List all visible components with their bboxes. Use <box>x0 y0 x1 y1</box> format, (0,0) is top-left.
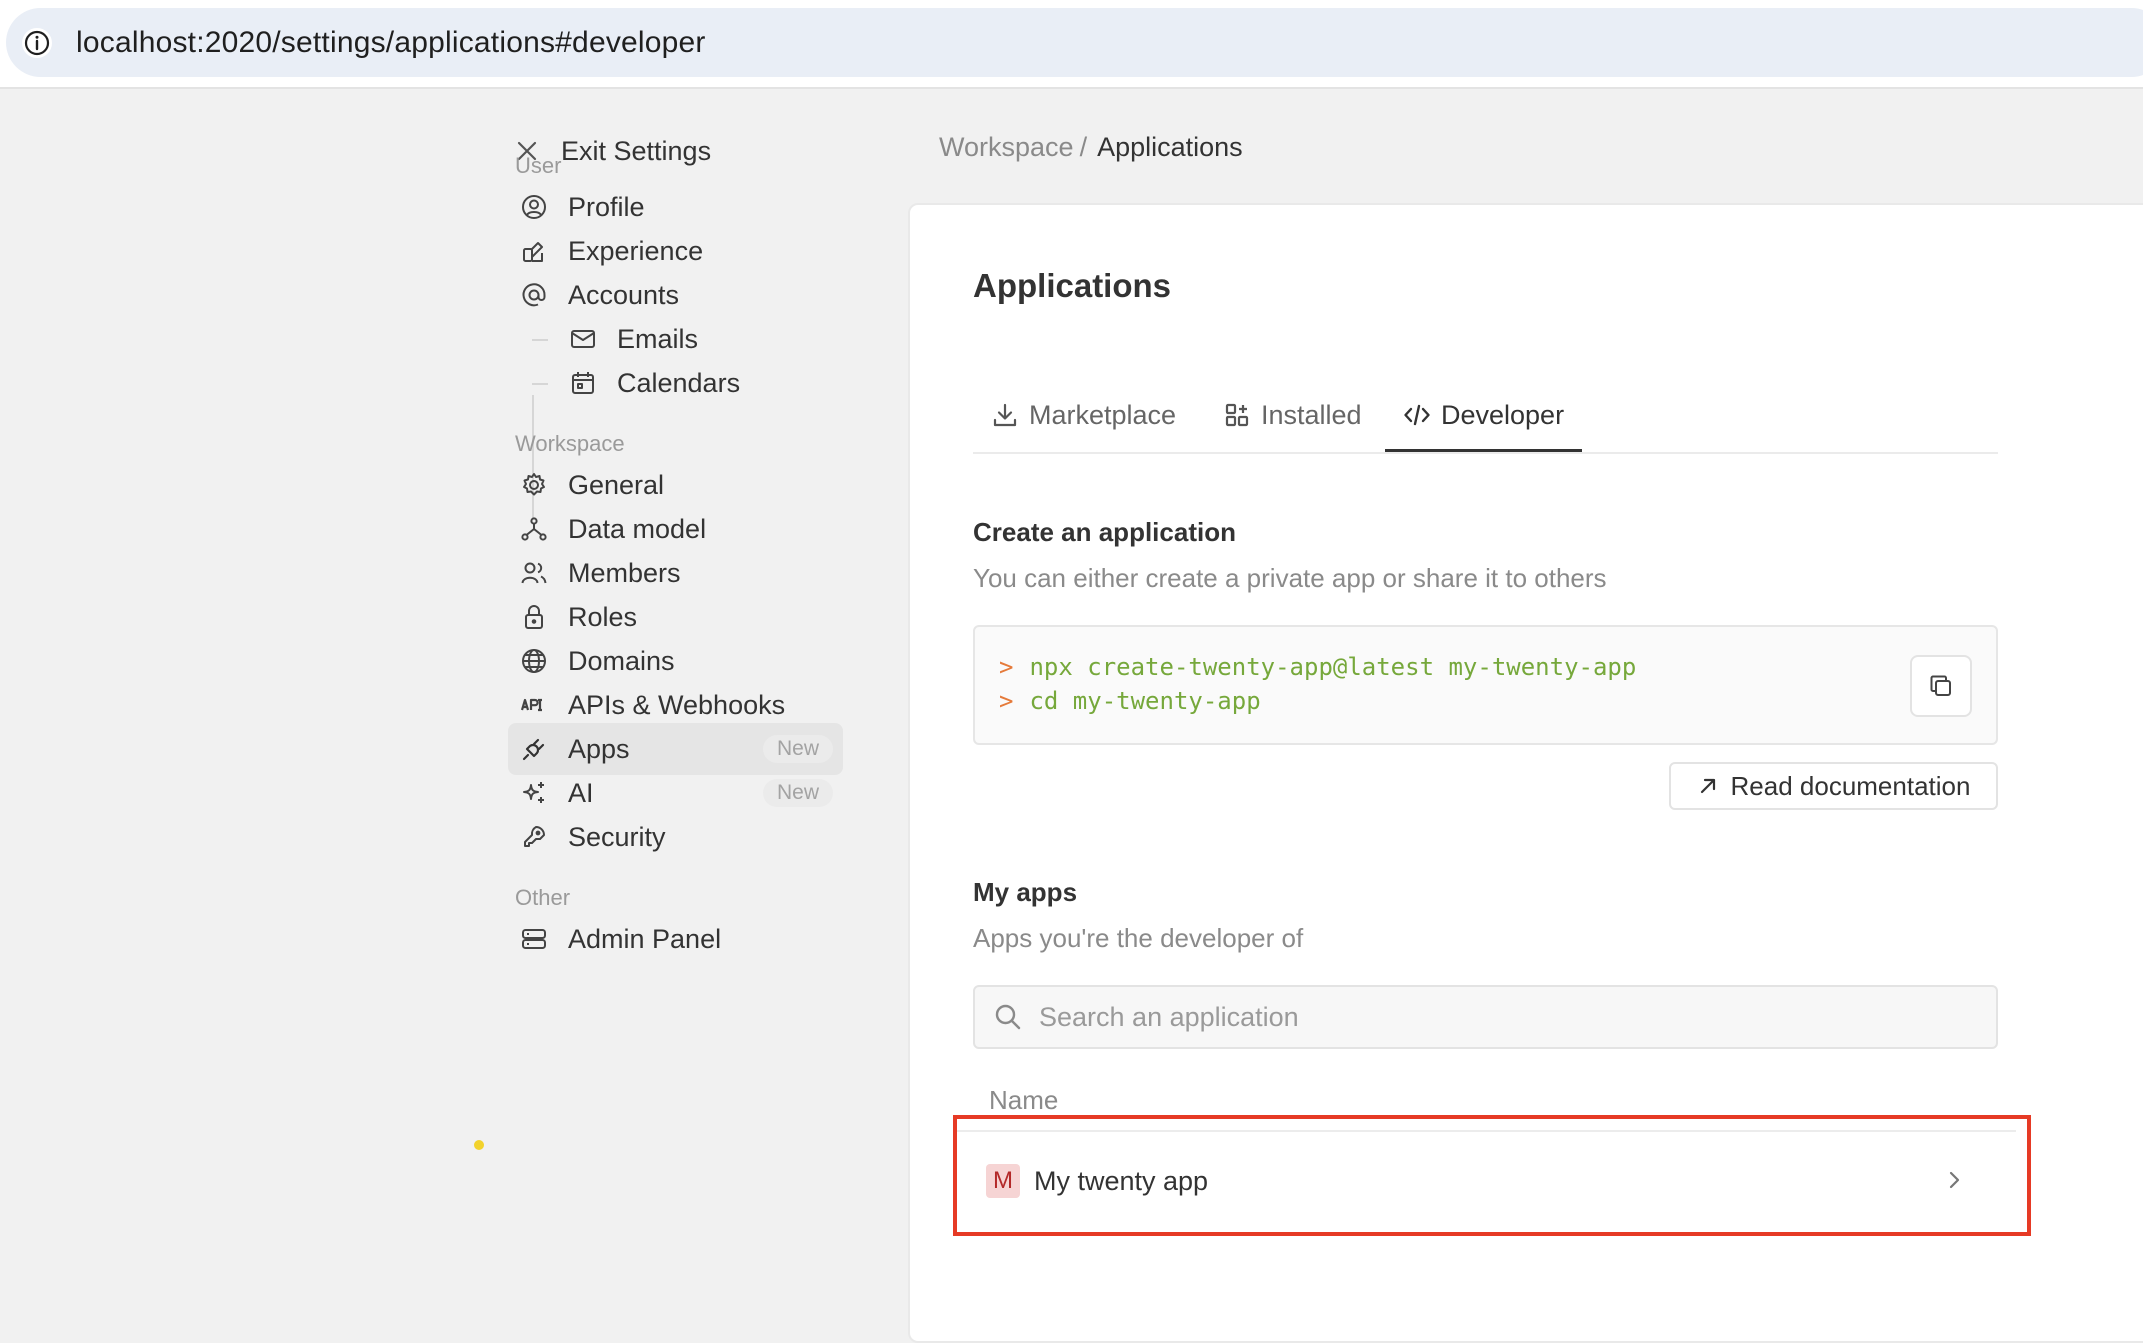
command-code-block: > npx create-twenty-app@latest my-twenty-… <box>973 625 1998 745</box>
code-line: > cd my-twenty-app <box>999 687 1261 715</box>
globe-icon <box>518 645 550 677</box>
tabs-bar: Marketplace Installed Developer <box>973 380 1998 454</box>
site-info-icon[interactable] <box>22 28 52 58</box>
breadcrumb-separator: / <box>1079 132 1088 162</box>
tree-branch <box>532 339 548 341</box>
lock-icon <box>518 601 550 633</box>
exit-settings-label: Exit Settings <box>561 135 712 166</box>
my-apps-title: My apps <box>973 877 1078 907</box>
sidebar-item-security[interactable]: Security <box>508 811 843 863</box>
table-row[interactable]: M My twenty app <box>956 1130 2016 1230</box>
chevron-right-icon <box>1949 1171 1960 1189</box>
create-app-title: Create an application <box>973 517 1236 547</box>
my-apps-description: Apps you're the developer of <box>973 923 1304 953</box>
create-app-description: You can either create a private app or s… <box>973 563 1607 593</box>
settings-sidebar: Exit Settings User Profile Experience Ac… <box>0 89 908 1326</box>
section-title-workspace: Workspace <box>515 431 625 456</box>
sparkles-icon <box>518 777 550 809</box>
api-icon <box>518 689 550 721</box>
breadcrumb: Workspace / Applications <box>939 132 1243 163</box>
section-title-user: User <box>515 153 562 178</box>
url-text: localhost:2020/settings/applications#dev… <box>76 26 706 59</box>
search-icon <box>995 1004 1021 1030</box>
key-icon <box>518 821 550 853</box>
new-badge: New <box>762 779 833 807</box>
hierarchy-icon <box>518 513 550 545</box>
search-box <box>973 985 1998 1049</box>
copy-button[interactable] <box>1910 655 1972 717</box>
code-line: > npx create-twenty-app@latest my-twenty-… <box>999 653 1637 681</box>
tab-marketplace[interactable]: Marketplace <box>991 380 1176 450</box>
code-icon <box>1404 404 1430 426</box>
users-icon <box>518 557 550 589</box>
user-circle-icon <box>518 191 550 223</box>
tree-branch <box>532 383 548 385</box>
app-avatar: M <box>986 1164 1020 1198</box>
app-name: My twenty app <box>1034 1165 1209 1196</box>
tab-installed[interactable]: Installed <box>1223 380 1362 450</box>
sidebar-item-calendars[interactable]: Calendars <box>557 357 837 409</box>
calendar-icon <box>567 367 599 399</box>
at-icon <box>518 279 550 311</box>
new-badge: New <box>762 735 833 763</box>
browser-address-bar: localhost:2020/settings/applications#dev… <box>0 0 2143 89</box>
gear-icon <box>518 469 550 501</box>
read-documentation-button[interactable]: Read documentation <box>1669 762 1998 810</box>
main-panel: Applications Marketplace Installed Devel… <box>908 203 2143 1343</box>
tab-developer[interactable]: Developer <box>1384 380 1583 452</box>
plug-icon <box>518 733 550 765</box>
column-header-name: Name <box>989 1085 1059 1115</box>
search-input[interactable] <box>1037 1000 1941 1034</box>
notification-dot <box>474 1140 484 1150</box>
copy-icon <box>1930 675 1951 696</box>
color-swatch-icon <box>518 235 550 267</box>
sidebar-item-admin-panel[interactable]: Admin Panel <box>508 913 843 965</box>
download-icon <box>993 403 1017 427</box>
mail-icon <box>567 323 599 355</box>
breadcrumb-current: Applications <box>1097 132 1243 162</box>
url-field[interactable]: localhost:2020/settings/applications#dev… <box>6 8 2143 77</box>
server-icon <box>518 923 550 955</box>
page-title: Applications <box>973 267 1172 304</box>
breadcrumb-workspace-link[interactable]: Workspace <box>939 132 1074 162</box>
section-title-other: Other <box>515 885 571 910</box>
apps-grid-icon <box>1225 403 1249 427</box>
arrow-up-right-icon <box>1700 778 1715 794</box>
